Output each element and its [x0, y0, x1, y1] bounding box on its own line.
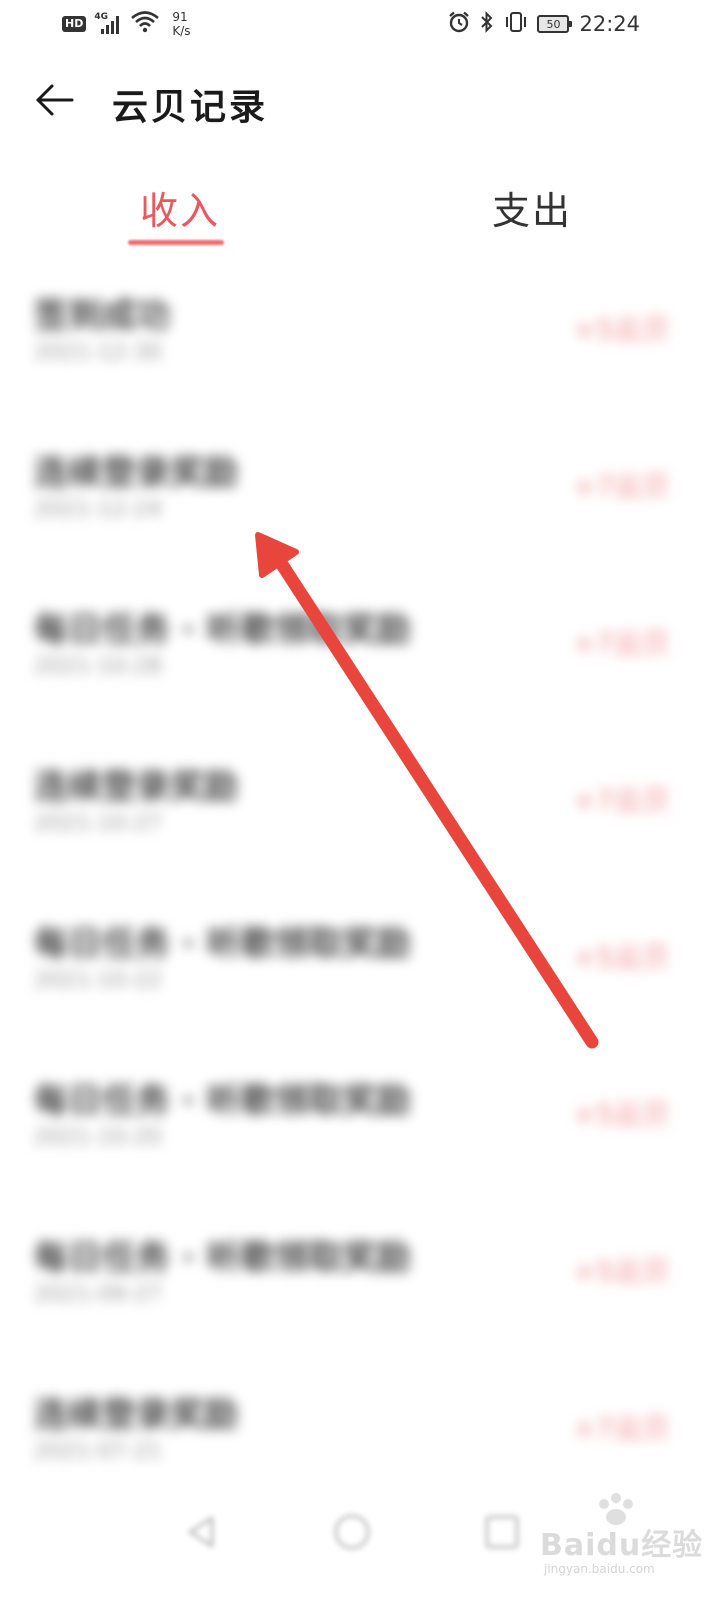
record-content: 每日任务 · 听歌领取奖励 2021-10-28 +7云贝: [0, 592, 720, 749]
record-amount: +7云贝: [572, 1412, 670, 1445]
record-amount: +5云贝: [572, 1255, 670, 1288]
record-title: 签到成功: [34, 296, 170, 336]
record-amount: +5云贝: [572, 1098, 670, 1131]
status-time: 22:24: [579, 12, 640, 36]
nav-home-icon[interactable]: [330, 1510, 374, 1554]
nav-recents-icon[interactable]: [480, 1510, 524, 1554]
record-date: 2021-07-21: [34, 1439, 162, 1464]
status-bar: HD 4G 91 K/s 50 22:24: [0, 0, 720, 48]
watermark-url: jingyan.baidu.com: [544, 1562, 655, 1576]
network-type-label: 4G: [94, 12, 108, 22]
record-date: 2021-10-27: [34, 811, 162, 836]
record-date: 2021-10-22: [34, 968, 162, 993]
record-title: 每日任务 · 听歌领取奖励: [34, 1238, 411, 1278]
back-button[interactable]: [28, 76, 80, 124]
record-content: 连续登录奖励 2021-10-27 +7云贝: [0, 749, 720, 906]
record-row[interactable]: 每日任务 · 听歌领取奖励 2021-10-20 +5云贝: [0, 1063, 720, 1220]
record-date: 2021-10-20: [34, 1125, 162, 1150]
battery-icon: 50: [537, 15, 573, 33]
record-row[interactable]: 每日任务 · 听歌领取奖励 2021-10-22 +5云贝: [0, 906, 720, 1063]
status-left: HD 4G 91 K/s: [62, 8, 191, 40]
record-date: 2021-12-24: [34, 497, 162, 522]
record-content: 每日任务 · 听歌领取奖励 2021-10-22 +5云贝: [0, 906, 720, 1063]
tab-bar: 收入 支出: [0, 170, 720, 260]
record-amount: +5云贝: [572, 313, 670, 346]
signal-icon: 4G: [94, 12, 122, 35]
net-speed: 91 K/s: [172, 10, 190, 38]
page-title: 云贝记录: [112, 86, 269, 128]
record-amount: +7云贝: [572, 627, 670, 660]
record-amount: +7云贝: [572, 784, 670, 817]
record-date: 2021-12-30: [34, 340, 162, 365]
record-title: 每日任务 · 听歌领取奖励: [34, 924, 411, 964]
record-row[interactable]: 连续登录奖励 2021-10-27 +7云贝: [0, 749, 720, 906]
status-right: 50 22:24: [447, 8, 640, 40]
net-speed-value: 91: [172, 10, 188, 24]
record-amount: +7云贝: [572, 470, 670, 503]
tab-expense[interactable]: 支出: [492, 180, 572, 235]
record-row[interactable]: 每日任务 · 听歌领取奖励 2021-10-28 +7云贝: [0, 592, 720, 749]
record-row[interactable]: 连续登录奖励 2021-12-24 +7云贝: [0, 435, 720, 592]
nav-back-icon[interactable]: [180, 1510, 224, 1554]
record-title: 连续登录奖励: [34, 767, 238, 807]
record-title: 每日任务 · 听歌领取奖励: [34, 610, 411, 650]
watermark-text: Baidu经验: [540, 1528, 704, 1563]
tab-income[interactable]: 收入: [140, 180, 220, 235]
record-content: 连续登录奖励 2021-12-24 +7云贝: [0, 435, 720, 592]
record-amount: +5云贝: [572, 941, 670, 974]
record-date: 2021-10-28: [34, 654, 162, 679]
record-title: 每日任务 · 听歌领取奖励: [34, 1081, 411, 1121]
record-title: 连续登录奖励: [34, 453, 238, 493]
vibrate-icon: [503, 10, 529, 38]
record-title: 连续登录奖励: [34, 1395, 238, 1435]
watermark: Baidu经验 jingyan.baidu.com: [540, 1490, 710, 1580]
tab-active-indicator: [128, 240, 224, 245]
record-row[interactable]: 签到成功 2021-12-30 +5云贝: [0, 278, 720, 435]
wifi-icon: [130, 10, 160, 38]
record-content: 每日任务 · 听歌领取奖励 2021-09-27 +5云贝: [0, 1220, 720, 1377]
net-speed-unit: K/s: [172, 24, 191, 38]
hd-badge: HD: [62, 16, 87, 32]
header: 云贝记录: [0, 60, 720, 140]
bluetooth-icon: [479, 10, 495, 38]
record-date: 2021-09-27: [34, 1282, 162, 1307]
record-content: 每日任务 · 听歌领取奖励 2021-10-20 +5云贝: [0, 1063, 720, 1220]
record-list: 签到成功 2021-12-30 +5云贝 连续登录奖励 2021-12-24 +…: [0, 278, 720, 1534]
record-content: 签到成功 2021-12-30 +5云贝: [0, 278, 720, 435]
alarm-icon: [447, 10, 471, 38]
record-row[interactable]: 每日任务 · 听歌领取奖励 2021-09-27 +5云贝: [0, 1220, 720, 1377]
arrow-left-icon: [36, 84, 74, 116]
screen: HD 4G 91 K/s 50 22:24 云贝记录 收入 支出 签到成功 20…: [0, 0, 720, 1600]
